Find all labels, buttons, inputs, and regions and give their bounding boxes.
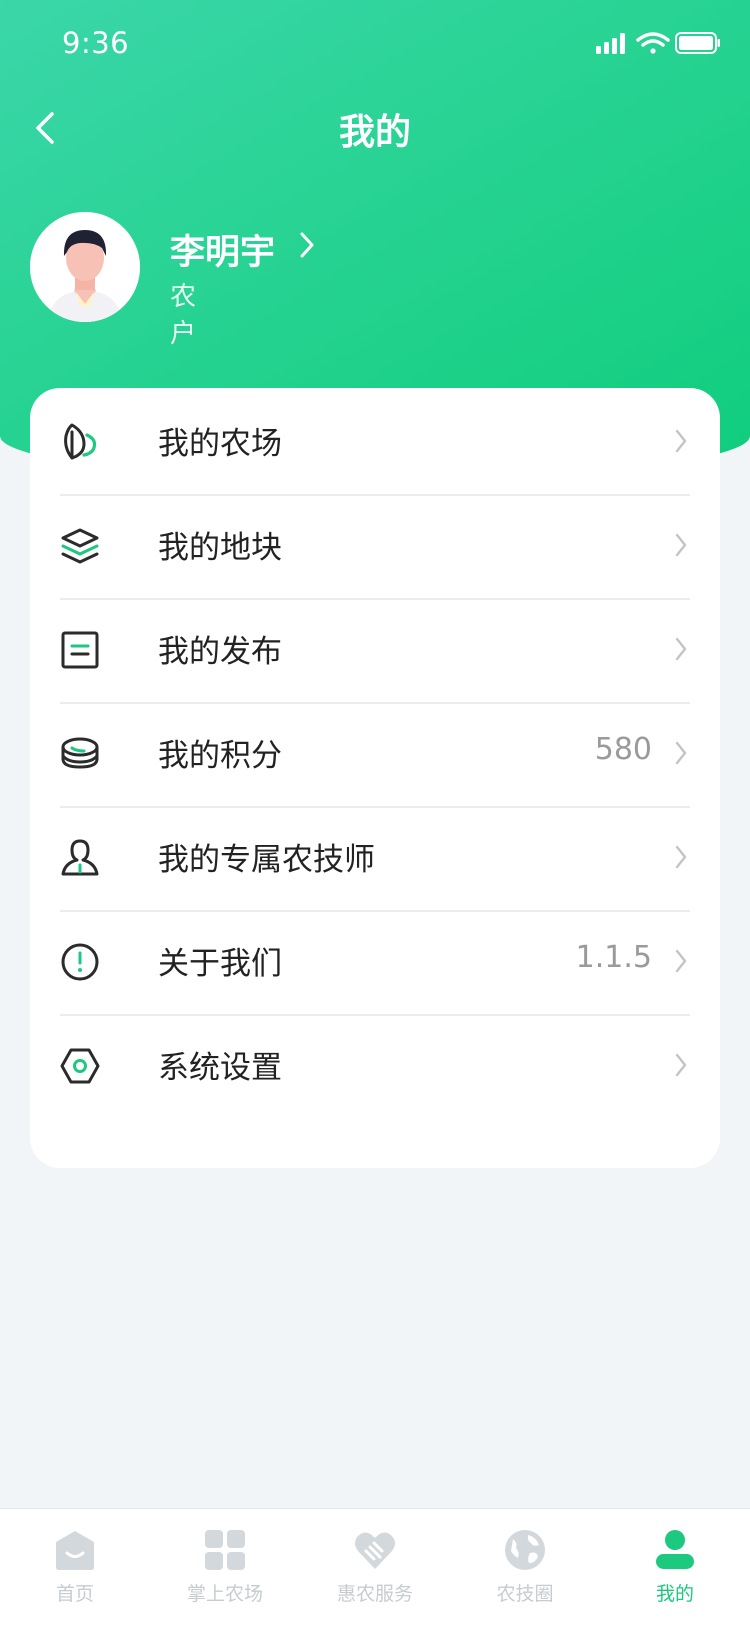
chevron-right-icon	[674, 636, 688, 666]
points-value: 580	[594, 732, 652, 767]
tab-handheld-farm[interactable]: 掌上农场	[150, 1509, 300, 1625]
tab-tech-circle[interactable]: 农技圈	[450, 1509, 600, 1625]
info-icon	[60, 942, 100, 982]
menu-item-label: 关于我们	[158, 946, 282, 982]
coins-icon	[60, 734, 100, 774]
chevron-right-icon	[674, 948, 688, 978]
menu-item-label: 系统设置	[158, 1050, 282, 1086]
chevron-right-icon	[674, 740, 688, 770]
home-icon	[54, 1529, 96, 1571]
menu-item-my-farm[interactable]: 我的农场	[60, 388, 690, 496]
wifi-icon	[636, 32, 670, 54]
menu-item-label: 我的农场	[158, 426, 282, 462]
globe-icon	[504, 1529, 546, 1571]
menu-item-my-posts[interactable]: 我的发布	[60, 596, 690, 704]
user-icon	[654, 1529, 696, 1571]
chevron-right-icon	[674, 428, 688, 458]
version-value: 1.1.5	[575, 940, 652, 975]
menu-item-label: 我的专属农技师	[158, 842, 375, 878]
signal-icon	[596, 33, 625, 54]
tab-label: 首页	[55, 1583, 94, 1605]
heart-hand-icon	[354, 1529, 396, 1571]
status-time: 9:36	[62, 26, 130, 60]
avatar[interactable]	[30, 212, 140, 322]
grid-icon	[204, 1529, 246, 1571]
chevron-right-icon	[298, 230, 316, 264]
menu-item-my-technician[interactable]: 我的专属农技师	[60, 804, 690, 912]
chevron-right-icon	[674, 844, 688, 874]
user-name: 李明宇	[170, 233, 276, 273]
tab-label: 掌上农场	[186, 1583, 263, 1605]
document-icon	[60, 630, 100, 670]
battery-icon	[675, 32, 720, 54]
tab-label: 惠农服务	[336, 1583, 413, 1605]
menu-item-about-us[interactable]: 关于我们 1.1.5	[60, 908, 690, 1016]
status-icons	[596, 30, 720, 62]
status-bar: 9:36	[0, 0, 750, 90]
menu-item-system-settings[interactable]: 系统设置	[60, 1012, 690, 1120]
chevron-right-icon	[674, 532, 688, 562]
menu-item-label: 我的发布	[158, 634, 282, 670]
page-title: 我的	[338, 112, 411, 153]
settings-icon	[60, 1046, 100, 1086]
menu-item-label: 我的地块	[158, 530, 282, 566]
profile-header[interactable]: 李明宇 农户	[30, 212, 314, 349]
menu-item-label: 我的积分	[158, 738, 282, 774]
tab-label: 农技圈	[496, 1583, 554, 1605]
person-icon	[60, 838, 100, 878]
chevron-right-icon	[674, 1052, 688, 1082]
menu-item-my-plots[interactable]: 我的地块	[60, 492, 690, 600]
tab-mine[interactable]: 我的	[600, 1509, 750, 1625]
user-role: 农户	[170, 282, 197, 349]
layers-icon	[60, 526, 100, 566]
menu-item-my-points[interactable]: 我的积分 580	[60, 700, 690, 808]
tab-label: 我的	[655, 1583, 694, 1605]
leaf-icon	[60, 422, 100, 462]
tab-bar: 首页 掌上农场 惠农服务 农技圈 我的	[0, 1508, 750, 1625]
menu-card: 我的农场 我的地块 我的发布 我的积分 580 我的专属农技师 关于我们 1.1…	[30, 388, 720, 1168]
tab-farm-services[interactable]: 惠农服务	[300, 1509, 450, 1625]
tab-home[interactable]: 首页	[0, 1509, 150, 1625]
